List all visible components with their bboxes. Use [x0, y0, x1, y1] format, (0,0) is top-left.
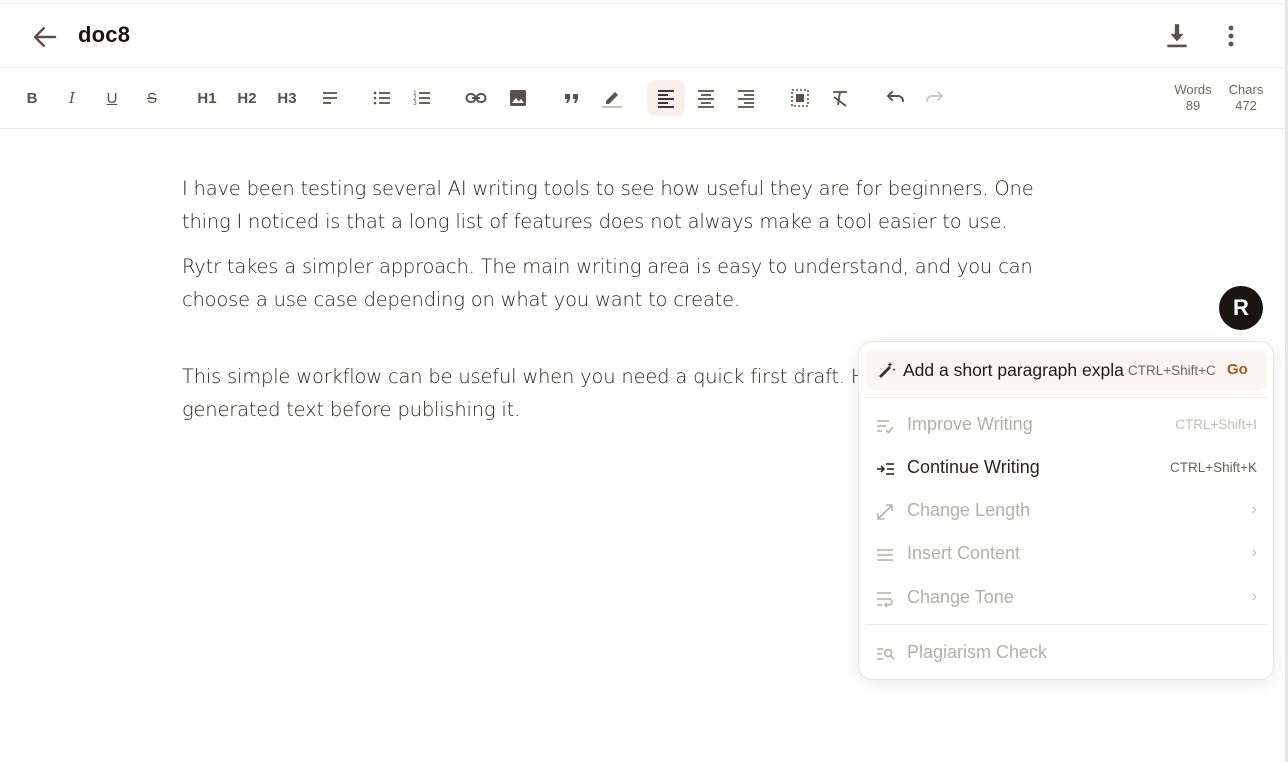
more-options-button[interactable] [1222, 22, 1240, 50]
undo-icon [886, 91, 904, 102]
menu-item-continue-writing[interactable]: Continue Writing CTRL+Shift+K [859, 451, 1273, 487]
paragraph[interactable]: I have been testing several AI writing t… [182, 172, 1072, 238]
document-title[interactable]: doc8 [78, 22, 130, 48]
word-count: Words 89 [1168, 82, 1218, 114]
link-button[interactable] [462, 80, 490, 116]
menu-item-label: Continue Writing [907, 457, 1040, 477]
menu-item-label: Improve Writing [907, 414, 1033, 434]
chevron-right-icon: › [1251, 501, 1257, 518]
menu-item-change-tone[interactable]: Change Tone › [859, 581, 1273, 617]
numbered-list-button[interactable]: 123 [408, 80, 436, 116]
words-value: 89 [1185, 98, 1201, 113]
undo-button[interactable] [880, 80, 910, 116]
align-left-icon [658, 90, 674, 108]
chevron-right-icon: › [1251, 544, 1257, 561]
redo-icon [926, 91, 944, 102]
words-label: Words [1174, 82, 1212, 97]
underline-button[interactable]: U [98, 80, 126, 116]
divider [865, 624, 1267, 625]
menu-item-insert-content[interactable]: Insert Content › [859, 537, 1273, 573]
download-button[interactable] [1164, 22, 1190, 50]
arrow-left-icon [33, 27, 57, 47]
prompt-shortcut: CTRL+Shift+C [1128, 363, 1216, 378]
rytr-logo: R [1233, 295, 1249, 320]
clear-format-button[interactable] [826, 80, 854, 116]
select-all-icon [791, 89, 809, 107]
header: doc8 [0, 4, 1285, 68]
heading2-button[interactable]: H2 [232, 80, 262, 116]
italic-label: I [69, 89, 75, 107]
h1-label: H1 [197, 89, 217, 107]
image-icon [510, 90, 526, 106]
highlight-button[interactable] [598, 80, 626, 116]
divider [865, 397, 1267, 398]
bold-label: B [26, 89, 38, 107]
bold-button[interactable]: B [18, 80, 46, 116]
quote-icon [565, 94, 578, 103]
menu-item-label: Plagiarism Check [907, 642, 1048, 662]
align-right-button[interactable] [732, 80, 760, 116]
h2-label: H2 [237, 89, 257, 107]
redo-button[interactable] [920, 80, 950, 116]
numbered-list-icon: 123 [413, 90, 430, 107]
clear-format-icon [833, 91, 847, 107]
align-left-button[interactable] [647, 80, 685, 116]
chars-label: Chars [1228, 82, 1264, 97]
strikethrough-button[interactable]: S [138, 80, 166, 116]
select-all-button[interactable] [786, 80, 814, 116]
more-vertical-icon [1228, 25, 1234, 47]
resize-icon [877, 504, 893, 520]
download-icon [1167, 24, 1187, 48]
menu-item-change-length[interactable]: Change Length › [859, 494, 1273, 530]
change-tone-icon [877, 592, 893, 608]
rytr-assistant-button[interactable]: R [1219, 286, 1263, 330]
menu-item-plagiarism-check[interactable]: Plagiarism Check [859, 636, 1273, 672]
link-icon [465, 93, 487, 103]
menu-item-improve-writing[interactable]: Improve Writing CTRL+Shift+I [859, 408, 1273, 444]
menu-item-label: Insert Content [907, 543, 1021, 563]
char-count: Chars 472 [1222, 82, 1270, 114]
menu-item-label: Change Tone [907, 587, 1014, 607]
highlight-pen-icon [602, 92, 622, 108]
align-center-button[interactable] [692, 80, 720, 116]
menu-item-shortcut: CTRL+Shift+I [1175, 417, 1257, 432]
svg-text:3: 3 [413, 100, 417, 107]
menu-item-label: Change Length [907, 500, 1031, 520]
formatting-toolbar: B I U S H1 H2 H3 123 Words 89 Chars 472 [0, 69, 1285, 129]
menu-item-shortcut: CTRL+Shift+K [1169, 460, 1257, 475]
underline-label: U [106, 89, 118, 107]
paragraph-button[interactable] [316, 80, 344, 116]
continue-writing-icon [877, 463, 894, 475]
plagiarism-check-icon [877, 648, 895, 660]
heading1-button[interactable]: H1 [192, 80, 222, 116]
prompt-row: Add a short paragraph explaining CTRL+Sh… [865, 350, 1267, 390]
heading3-button[interactable]: H3 [272, 80, 302, 116]
magic-wand-icon [879, 362, 896, 378]
align-right-icon [738, 90, 754, 108]
align-center-icon [698, 90, 714, 108]
chevron-right-icon: › [1251, 588, 1257, 605]
prompt-input[interactable]: Add a short paragraph explaining [903, 360, 1125, 381]
go-button[interactable]: Go [1227, 361, 1248, 378]
strike-label: S [146, 89, 157, 107]
image-button[interactable] [504, 80, 532, 116]
h3-label: H3 [277, 89, 297, 107]
chars-value: 472 [1235, 98, 1257, 113]
italic-button[interactable]: I [58, 80, 86, 116]
bullet-list-icon [373, 91, 390, 105]
bullet-list-button[interactable] [368, 80, 396, 116]
insert-content-icon [877, 549, 893, 561]
blockquote-button[interactable] [558, 80, 586, 116]
back-button[interactable] [30, 22, 60, 52]
paragraph[interactable]: Rytr takes a simpler approach. The main … [182, 250, 1072, 316]
improve-writing-icon [877, 420, 894, 434]
paragraph-icon [323, 92, 337, 104]
ai-command-popup: Add a short paragraph explaining CTRL+Sh… [858, 341, 1274, 680]
